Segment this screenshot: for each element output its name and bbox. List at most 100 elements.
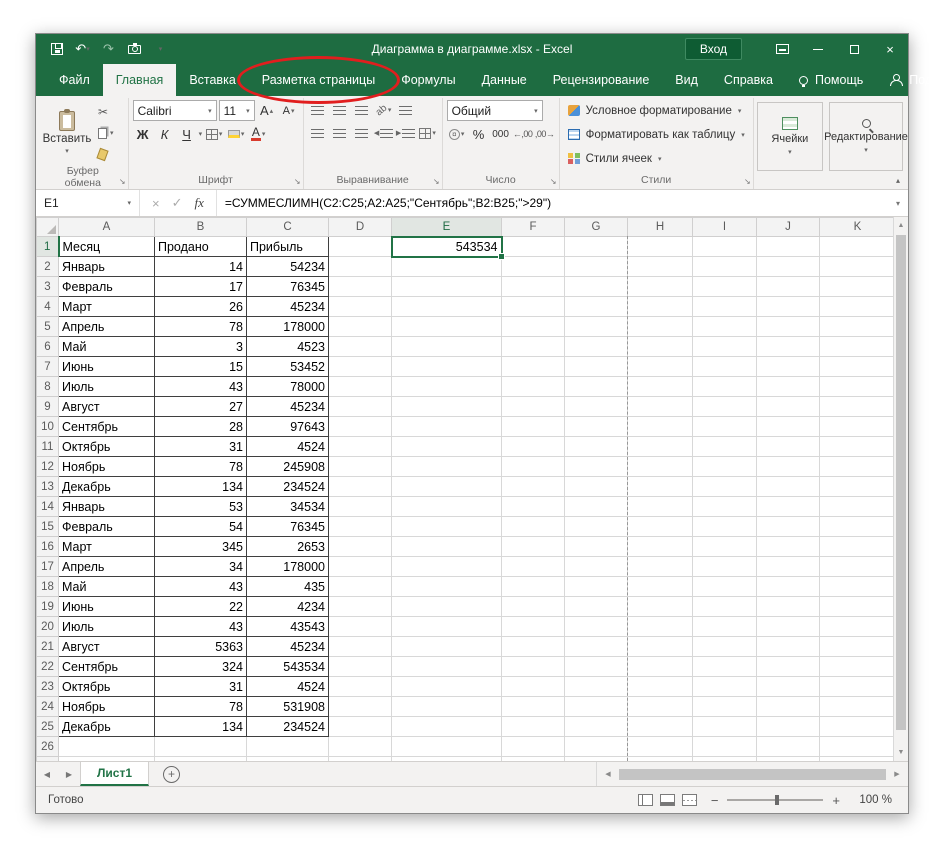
- cell-I12[interactable]: [693, 457, 757, 477]
- cell-G3[interactable]: [565, 277, 628, 297]
- borders-button[interactable]: ▾: [204, 124, 224, 144]
- cell-H12[interactable]: [628, 457, 693, 477]
- underline-button[interactable]: Ч: [177, 124, 197, 144]
- row-header-5[interactable]: 5: [37, 317, 59, 337]
- cell-F15[interactable]: [502, 517, 565, 537]
- cell-A12[interactable]: Ноябрь: [59, 457, 155, 477]
- conditional-formatting-button[interactable]: Условное форматирование ▾: [564, 100, 749, 121]
- zoom-in-button[interactable]: +: [832, 793, 840, 808]
- cell-G19[interactable]: [565, 597, 628, 617]
- cell-A6[interactable]: Май: [59, 337, 155, 357]
- cell-A9[interactable]: Август: [59, 397, 155, 417]
- cell-C11[interactable]: 4524: [247, 437, 329, 457]
- row-header-14[interactable]: 14: [37, 497, 59, 517]
- formula-input[interactable]: =СУММЕСЛИМН(C2:C25;A2:A25;"Сентябрь";B2:…: [217, 190, 888, 216]
- scroll-up-button[interactable]: ▲: [894, 217, 908, 234]
- cell-C18[interactable]: 435: [247, 577, 329, 597]
- cell-A10[interactable]: Сентябрь: [59, 417, 155, 437]
- cell-F26[interactable]: [502, 737, 565, 757]
- cell-H13[interactable]: [628, 477, 693, 497]
- row-header-25[interactable]: 25: [37, 717, 59, 737]
- collapse-ribbon-button[interactable]: ▴: [896, 176, 900, 185]
- cell-F25[interactable]: [502, 717, 565, 737]
- cell-K12[interactable]: [820, 457, 896, 477]
- cell-G22[interactable]: [565, 657, 628, 677]
- tab-1[interactable]: Файл: [46, 64, 103, 96]
- cell-F17[interactable]: [502, 557, 565, 577]
- previous-sheet-button[interactable]: ◀: [36, 762, 58, 786]
- tab-2[interactable]: Главная: [103, 64, 177, 96]
- cell-I18[interactable]: [693, 577, 757, 597]
- cell-H17[interactable]: [628, 557, 693, 577]
- cell-E12[interactable]: [392, 457, 502, 477]
- cell-J10[interactable]: [757, 417, 820, 437]
- row-header-12[interactable]: 12: [37, 457, 59, 477]
- column-header-B[interactable]: B: [155, 218, 247, 237]
- bold-button[interactable]: Ж: [133, 124, 153, 144]
- cell-H4[interactable]: [628, 297, 693, 317]
- cell-F19[interactable]: [502, 597, 565, 617]
- cell-K4[interactable]: [820, 297, 896, 317]
- cell-A14[interactable]: Январь: [59, 497, 155, 517]
- cell-J12[interactable]: [757, 457, 820, 477]
- cell-F21[interactable]: [502, 637, 565, 657]
- cell-K13[interactable]: [820, 477, 896, 497]
- align-middle-button[interactable]: [330, 100, 350, 120]
- horizontal-scroll-thumb[interactable]: [619, 769, 886, 780]
- cell-A23[interactable]: Октябрь: [59, 677, 155, 697]
- cell-B1[interactable]: Продано: [155, 237, 247, 257]
- cell-D21[interactable]: [329, 637, 392, 657]
- cell-E21[interactable]: [392, 637, 502, 657]
- tab-3[interactable]: Вставка: [176, 64, 248, 96]
- increase-indent-button[interactable]: ▶: [396, 123, 416, 143]
- cell-E8[interactable]: [392, 377, 502, 397]
- fill-handle[interactable]: [498, 253, 505, 260]
- vertical-scroll-thumb[interactable]: [896, 235, 906, 730]
- cell-K17[interactable]: [820, 557, 896, 577]
- cell-D12[interactable]: [329, 457, 392, 477]
- add-sheet-button[interactable]: +: [163, 766, 180, 783]
- cell-D10[interactable]: [329, 417, 392, 437]
- cell-J16[interactable]: [757, 537, 820, 557]
- cell-A3[interactable]: Февраль: [59, 277, 155, 297]
- cell-D27[interactable]: [329, 757, 392, 762]
- cell-J5[interactable]: [757, 317, 820, 337]
- cell-C1[interactable]: Прибыль: [247, 237, 329, 257]
- cell-F8[interactable]: [502, 377, 565, 397]
- cell-E4[interactable]: [392, 297, 502, 317]
- cell-I25[interactable]: [693, 717, 757, 737]
- column-header-I[interactable]: I: [693, 218, 757, 237]
- cell-F3[interactable]: [502, 277, 565, 297]
- cell-F12[interactable]: [502, 457, 565, 477]
- cell-K8[interactable]: [820, 377, 896, 397]
- cell-D7[interactable]: [329, 357, 392, 377]
- cell-E18[interactable]: [392, 577, 502, 597]
- scroll-left-button[interactable]: ◀: [600, 770, 616, 778]
- cell-G21[interactable]: [565, 637, 628, 657]
- cell-E26[interactable]: [392, 737, 502, 757]
- cell-F2[interactable]: [502, 257, 565, 277]
- fill-color-button[interactable]: ▾: [226, 124, 246, 144]
- cell-J27[interactable]: [757, 757, 820, 762]
- cell-B21[interactable]: 5363: [155, 637, 247, 657]
- expand-formula-bar-button[interactable]: ▾: [888, 190, 908, 216]
- align-right-button[interactable]: [352, 123, 372, 143]
- vertical-scrollbar[interactable]: ▲ ▼: [893, 217, 908, 761]
- cell-B10[interactable]: 28: [155, 417, 247, 437]
- cell-J15[interactable]: [757, 517, 820, 537]
- tab-4[interactable]: Разметка страницы: [249, 64, 388, 96]
- scroll-right-button[interactable]: ▶: [889, 770, 905, 778]
- cell-A5[interactable]: Апрель: [59, 317, 155, 337]
- cell-J7[interactable]: [757, 357, 820, 377]
- sheet-tab-list1[interactable]: Лист1: [80, 762, 149, 786]
- page-break-preview-button[interactable]: [682, 794, 697, 806]
- cell-K20[interactable]: [820, 617, 896, 637]
- row-header-17[interactable]: 17: [37, 557, 59, 577]
- cut-button[interactable]: ✂: [96, 103, 122, 121]
- dialog-launcher-icon[interactable]: ↘: [433, 178, 440, 186]
- editing-group-button[interactable]: Редактирование ▾: [829, 102, 903, 171]
- cell-B8[interactable]: 43: [155, 377, 247, 397]
- cell-I19[interactable]: [693, 597, 757, 617]
- cell-J4[interactable]: [757, 297, 820, 317]
- cell-E23[interactable]: [392, 677, 502, 697]
